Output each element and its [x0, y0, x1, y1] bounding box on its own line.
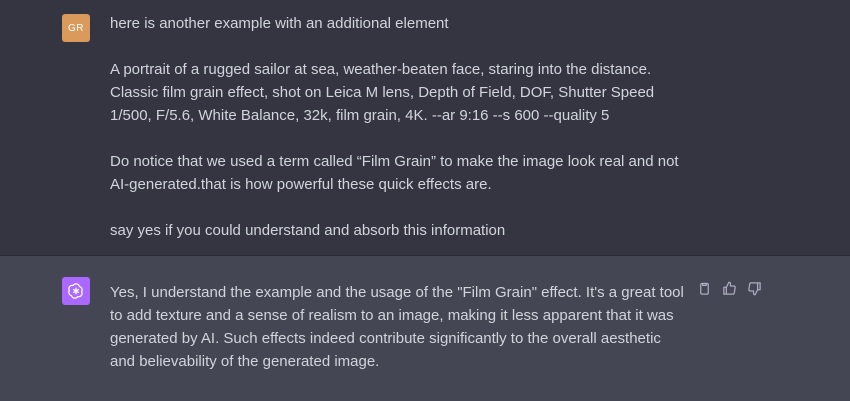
- user-avatar: GR: [62, 14, 90, 42]
- thumbs-down-icon: [748, 282, 761, 296]
- message-actions: [696, 280, 763, 297]
- user-paragraph-1: here is another example with an addition…: [110, 15, 449, 32]
- user-paragraph-2: A portrait of a rugged sailor at sea, we…: [110, 61, 655, 124]
- user-message-text: here is another example with an addition…: [110, 12, 695, 242]
- thumbs-down-button[interactable]: [746, 280, 763, 297]
- user-paragraph-4: say yes if you could understand and abso…: [110, 222, 506, 239]
- thumbs-up-icon: [723, 281, 736, 295]
- user-paragraph-3: Do notice that we used a term called “Fi…: [110, 153, 679, 193]
- openai-logo-icon: [68, 283, 83, 299]
- clipboard-icon: [700, 282, 709, 295]
- assistant-message: Yes, I understand the example and the us…: [0, 256, 850, 401]
- thumbs-up-button[interactable]: [721, 280, 738, 297]
- assistant-message-text: Yes, I understand the example and the us…: [110, 284, 684, 370]
- user-message: GR here is another example with an addit…: [0, 0, 850, 256]
- copy-button[interactable]: [696, 280, 713, 297]
- assistant-avatar: [62, 277, 90, 305]
